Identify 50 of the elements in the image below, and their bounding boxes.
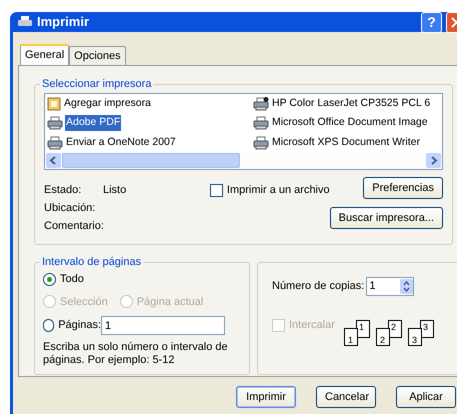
find-printer-button[interactable]: Buscar impresora... <box>330 207 443 229</box>
dialog-button[interactable]: Aplicar <box>396 386 456 408</box>
radio-button[interactable] <box>43 272 56 286</box>
page-sheet: 2 <box>388 320 402 338</box>
radio-label: Páginas: <box>58 318 101 334</box>
printer-item[interactable]: Agregar impresora <box>63 96 152 112</box>
page-sheet: 3 <box>408 328 422 346</box>
printer-item[interactable]: Enviar a OneNote 2007 <box>65 134 177 151</box>
page-sheet: 3 <box>420 320 434 338</box>
printer-item[interactable]: Microsoft Office Document Image <box>271 115 429 132</box>
radio-label: Todo <box>60 272 84 287</box>
help-button[interactable]: ? <box>421 12 442 32</box>
printer-item[interactable]: Adobe PDF <box>65 115 122 132</box>
checkbox[interactable] <box>210 184 223 196</box>
tab[interactable]: Opciones <box>69 46 126 65</box>
printer-icon <box>253 116 269 130</box>
printer-icon <box>47 116 63 130</box>
info-value: Listo <box>103 183 126 196</box>
page-sheet: 2 <box>376 328 390 346</box>
info-label: Estado: <box>44 183 82 196</box>
copies-spinner[interactable]: 1 <box>366 277 414 296</box>
printer-icon <box>17 15 33 29</box>
pages-input[interactable]: 1 <box>101 316 225 335</box>
radio-label: Selección <box>60 294 108 310</box>
page-sheet: 1 <box>344 328 358 346</box>
info-label: Ubicación: <box>44 201 96 214</box>
preferences-button[interactable]: Preferencias <box>363 177 443 199</box>
hint-text: Escriba un solo número o intervalo de páginas. Por ejemplo: 5-12 <box>43 341 229 367</box>
printer-item[interactable]: Microsoft XPS Document Writer <box>271 134 422 151</box>
printer-icon <box>253 97 269 111</box>
dialog-button[interactable]: Cancelar <box>316 386 376 408</box>
printer-icon <box>253 136 269 150</box>
radio-button[interactable] <box>43 319 54 332</box>
folder-icon <box>47 97 61 111</box>
spin-arrows-icon <box>400 279 414 294</box>
printer-icon <box>47 136 63 150</box>
checkbox-label: Intercalar <box>289 318 335 333</box>
checkbox-label: Imprimir a un archivo <box>226 182 330 198</box>
printer-item[interactable]: HP Color LaserJet CP3525 PCL 6 <box>271 96 432 112</box>
window-title: Imprimir <box>37 13 90 32</box>
scrollbar-thumb[interactable] <box>62 153 240 168</box>
horizontal-scrollbar[interactable] <box>45 152 442 169</box>
group-title: Intervalo de páginas <box>40 255 144 269</box>
tab[interactable]: General <box>20 44 70 65</box>
group-title: Seleccionar impresora <box>40 77 154 91</box>
radio-label: Página actual <box>136 294 204 310</box>
page-sheet: 1 <box>356 320 370 338</box>
copies-label: Número de copias: <box>272 279 364 294</box>
info-label: Comentario: <box>44 219 103 232</box>
dialog-button[interactable]: Imprimir <box>236 386 296 408</box>
